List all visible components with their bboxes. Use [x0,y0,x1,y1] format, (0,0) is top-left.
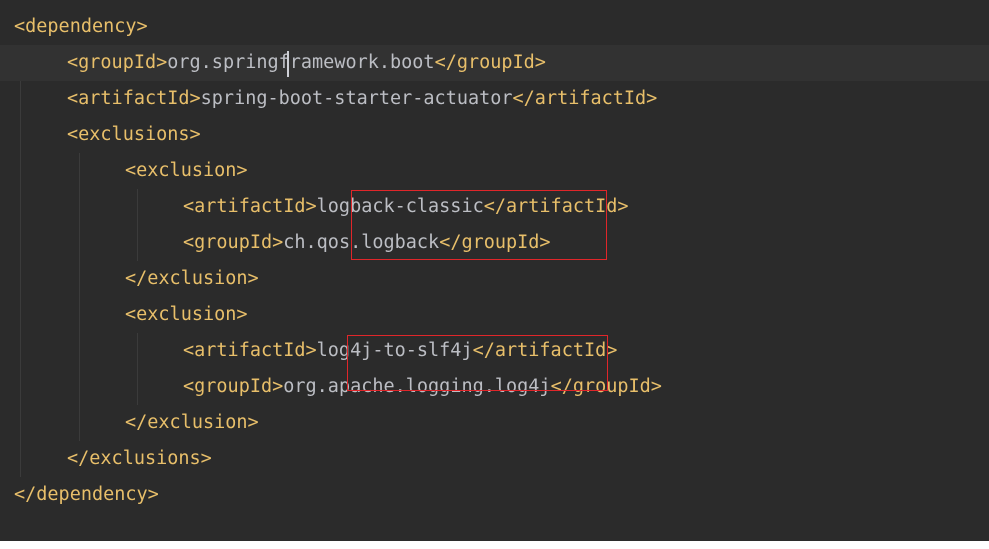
xml-open-tag: <groupId> [183,232,284,253]
xml-open-tag: <exclusion> [125,304,248,325]
xml-open-tag: </exclusion> [125,268,259,289]
xml-open-tag: <artifactId> [183,196,317,217]
code-line[interactable]: <exclusion> [0,153,989,189]
code-editor[interactable]: <dependency> <groupId>org.springframework… [0,0,989,549]
xml-open-tag: </exclusion> [125,412,259,433]
xml-open-tag: </exclusions> [67,448,212,469]
code-line[interactable]: </exclusion> [0,405,989,441]
xml-open-tag: <groupId> [67,52,168,73]
xml-open-tag: <exclusion> [125,160,248,181]
xml-open-tag: <groupId> [183,376,284,397]
highlight-box-log4j-to-slf4j [347,335,608,391]
xml-close-tag: </artifactId> [512,88,658,109]
highlight-box-logback-classic [351,190,607,260]
code-line[interactable]: </exclusions> [0,441,989,477]
code-line[interactable]: <dependency> [0,9,989,45]
text-caret [287,51,289,77]
xml-open-tag: <exclusions> [67,124,201,145]
xml-open-tag: <artifactId> [67,88,201,109]
code-line[interactable]: <artifactId>spring-boot-starter-actuator… [0,81,989,117]
code-line[interactable]: <groupId>org.springframework.boot</group… [0,45,989,81]
code-line[interactable]: <exclusions> [0,117,989,153]
xml-close-tag: </groupId> [434,52,546,73]
xml-open-tag: <artifactId> [183,340,317,361]
xml-open-tag: </dependency> [14,484,159,505]
code-line[interactable]: </exclusion> [0,261,989,297]
xml-text-value: spring-boot-starter-actuator [200,88,513,109]
xml-open-tag: <dependency> [14,16,148,37]
code-line[interactable]: <exclusion> [0,297,989,333]
xml-text-value: org.springframework.boot [167,52,435,73]
code-line[interactable]: </dependency> [0,477,989,513]
code-area[interactable]: <dependency> <groupId>org.springframework… [0,0,989,541]
